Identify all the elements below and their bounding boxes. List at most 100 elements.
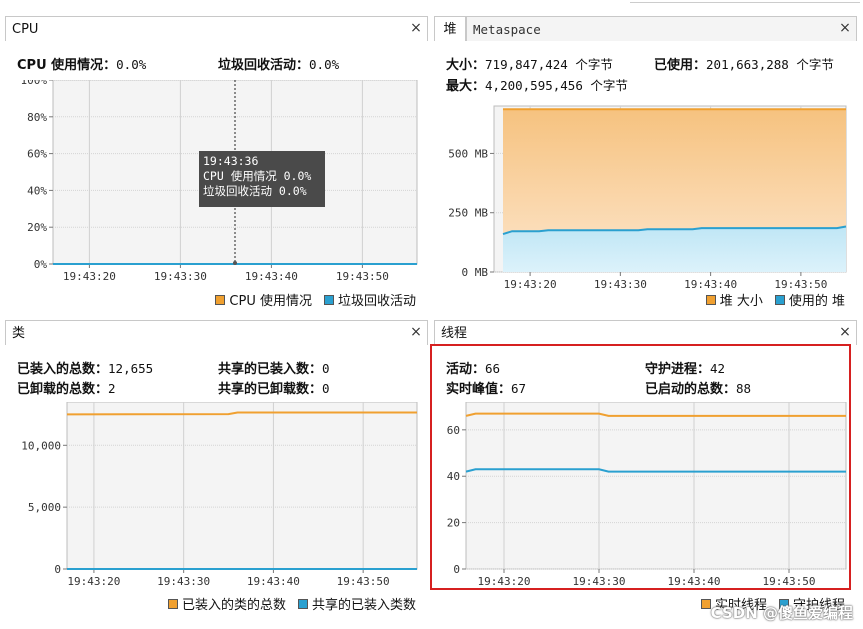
cpu-legend: CPU 使用情况 垃圾回收活动 <box>215 290 416 309</box>
x-tick-label: 19:43:50 <box>763 575 816 588</box>
y-tick-label: 60% <box>27 148 47 161</box>
y-tick-label: 0% <box>34 258 48 271</box>
legend-classes-loaded: 已装入的类的总数 <box>181 598 286 613</box>
threads-close-icon[interactable]: × <box>837 323 853 341</box>
x-tick-label: 19:43:40 <box>668 575 721 588</box>
x-tick-label: 19:43:50 <box>336 270 389 283</box>
classes-chart[interactable]: 0 5,000 10,000 19:43:20 19:43:30 19:43:40 19:4… <box>5 402 428 597</box>
threads-peak-stat: 实时峰值：67 <box>446 378 526 397</box>
gc-activity-label: 垃圾回收活动： <box>218 58 310 73</box>
heap-max-value: 4,200,595,456 个字节 <box>485 78 628 93</box>
y-tick-label: 10,000 <box>21 439 61 452</box>
y-tick-label: 80% <box>27 111 47 124</box>
y-tick-label: 0 MB <box>462 266 489 279</box>
classes-loaded-value: 12,655 <box>108 361 154 376</box>
classes-unloaded-label: 已卸载的总数： <box>17 382 109 397</box>
legend-swatch-cpu <box>215 294 226 305</box>
y-tick-label: 0 <box>54 563 61 576</box>
threads-daemon-label: 守护进程： <box>645 362 711 377</box>
y-tick-label: 500 MB <box>448 147 488 160</box>
tooltip-time: 19:43:36 <box>203 154 259 168</box>
heap-used-label: 已使用： <box>654 58 707 73</box>
x-tick-label: 19:43:30 <box>154 270 207 283</box>
classes-loaded-label: 已装入的总数： <box>17 362 109 377</box>
heap-max-stat: 最大：4,200,595,456 个字节 <box>446 75 628 94</box>
classes-shared-unloaded-value: 0 <box>322 381 330 396</box>
x-tick-label: 19:43:40 <box>245 270 298 283</box>
classes-shared-loaded-value: 0 <box>322 361 330 376</box>
legend-heap-size: 堆 大小 <box>719 294 763 309</box>
series-area-heap-used <box>503 226 846 272</box>
heap-max-label: 最大： <box>446 79 486 94</box>
threads-tabbar: 线程 × <box>434 320 857 345</box>
y-tick-label: 60 <box>447 424 460 437</box>
x-tick-label: 19:43:30 <box>594 278 647 291</box>
cpu-tooltip: 19:43:36 CPU 使用情况 0.0% 垃圾回收活动 0.0% <box>199 151 325 207</box>
y-tick-label: 40% <box>27 184 47 197</box>
legend-swatch-heap-size <box>705 294 716 305</box>
cpu-close-icon[interactable]: × <box>408 19 424 37</box>
y-tick-label: 250 MB <box>448 207 488 220</box>
classes-legend: 已装入的类的总数 共享的已装入类数 <box>167 594 416 613</box>
legend-classes-shared: 共享的已装入类数 <box>311 598 416 613</box>
classes-unloaded-stat: 已卸载的总数：2 <box>17 378 116 397</box>
legend-swatch-classes-loaded <box>167 598 178 609</box>
x-tick-label: 19:43:20 <box>504 278 557 291</box>
tab-cpu[interactable]: CPU <box>5 16 428 41</box>
legend-swatch-threads-live <box>700 598 711 609</box>
classes-shared-unloaded-label: 共享的已卸载数： <box>218 382 323 397</box>
cpu-usage-value: 0.0% <box>116 57 147 72</box>
y-tick-label: 20% <box>27 221 47 234</box>
threads-started-label: 已启动的总数： <box>645 382 737 397</box>
threads-panel: 线程 × 活动：66 守护进程：42 实时峰值：67 已启动的总数：88 0 20… <box>434 320 857 616</box>
heap-chart[interactable]: 0 MB250 MB500 MB19:43:20 19:43:30 19:43:40… <box>434 98 857 298</box>
heap-size-stat: 大小：719,847,424 个字节 <box>446 54 613 73</box>
gc-activity-stat: 垃圾回收活动：0.0% <box>218 54 339 73</box>
legend-cpu: CPU 使用情况 <box>229 294 312 309</box>
heap-used-value: 201,663,288 个字节 <box>706 57 834 72</box>
threads-daemon-stat: 守护进程：42 <box>645 358 725 377</box>
threads-started-value: 88 <box>736 381 752 396</box>
legend-swatch-classes-shared <box>297 598 308 609</box>
x-tick-label: 19:43:20 <box>478 575 531 588</box>
threads-live-label: 活动： <box>446 362 486 377</box>
classes-close-icon[interactable]: × <box>408 323 424 341</box>
heap-panel: 堆 Metaspace × 大小：719,847,424 个字节 已使用：201… <box>434 16 857 312</box>
tab-classes[interactable]: 类 <box>5 320 428 345</box>
y-tick-label: 40 <box>447 470 460 483</box>
tab-threads[interactable]: 线程 <box>434 320 857 345</box>
legend-swatch-gc <box>323 294 334 305</box>
classes-shared-loaded-stat: 共享的已装入数：0 <box>218 358 330 377</box>
watermark: CSDN @傻鱼爱编程 <box>710 604 853 622</box>
classes-tabbar: 类 × <box>5 320 428 345</box>
tab-metaspace[interactable]: Metaspace <box>466 16 857 41</box>
heap-size-value: 719,847,424 个字节 <box>485 57 613 72</box>
legend-swatch-heap-used <box>774 294 785 305</box>
heap-size-label: 大小： <box>446 58 486 73</box>
threads-live-value: 66 <box>485 361 501 376</box>
threads-live-stat: 活动：66 <box>446 358 500 377</box>
heap-close-icon[interactable]: × <box>837 19 853 37</box>
classes-shared-unloaded-stat: 共享的已卸载数：0 <box>218 378 330 397</box>
classes-unloaded-value: 2 <box>108 381 116 396</box>
top-edge <box>630 0 860 3</box>
cpu-usage-label: CPU 使用情况： <box>17 58 117 73</box>
classes-panel: 类 × 已装入的总数：12,655 共享的已装入数：0 已卸载的总数：2 共享的… <box>5 320 428 616</box>
x-tick-label: 19:43:40 <box>247 575 300 588</box>
classes-loaded-stat: 已装入的总数：12,655 <box>17 358 153 377</box>
gc-activity-value: 0.0% <box>309 57 340 72</box>
y-tick-label: 0 <box>453 563 460 576</box>
plot-area <box>66 402 418 570</box>
y-tick-label: 100% <box>21 80 48 87</box>
cpu-usage-stat: CPU 使用情况：0.0% <box>17 54 146 73</box>
threads-peak-label: 实时峰值： <box>446 382 512 397</box>
threads-chart[interactable]: 0 20 40 60 19:43:20 19:43:30 19:43:40 19:43:50 <box>434 402 857 597</box>
x-tick-label: 19:43:20 <box>67 575 120 588</box>
legend-heap-used: 使用的 堆 <box>788 294 845 309</box>
heap-used-stat: 已使用：201,663,288 个字节 <box>654 54 834 73</box>
hover-point <box>233 261 237 265</box>
tooltip-usage: CPU 使用情况 0.0% <box>203 169 312 183</box>
heap-legend: 堆 大小 使用的 堆 <box>705 290 845 309</box>
cpu-tabbar: CPU × <box>5 16 428 41</box>
tab-heap[interactable]: 堆 <box>434 16 466 41</box>
